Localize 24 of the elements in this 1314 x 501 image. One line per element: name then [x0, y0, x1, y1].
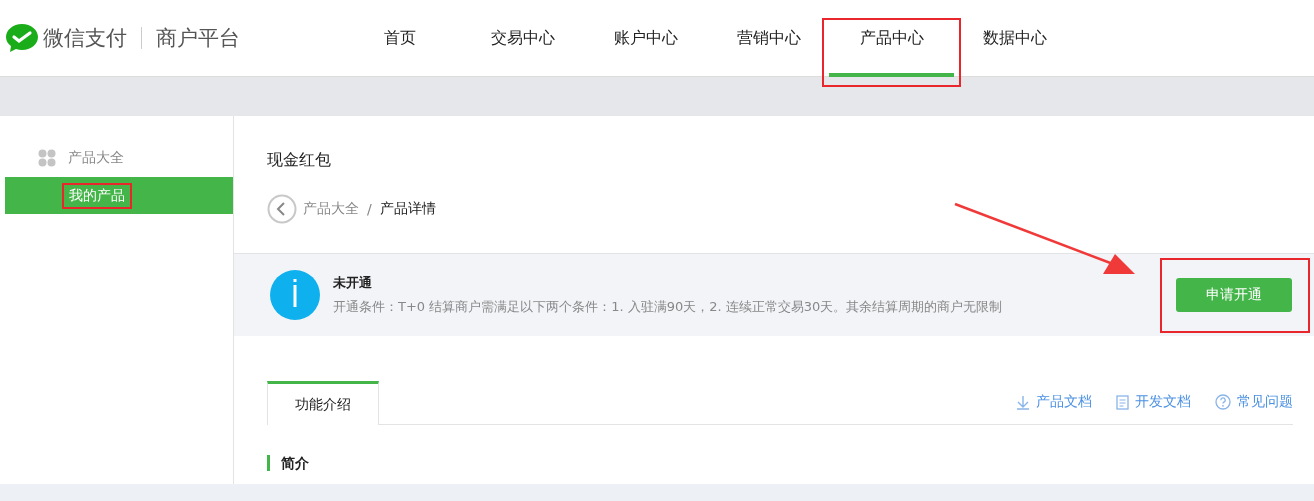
tab[interactable]: 功能介绍	[267, 381, 379, 425]
sidebar-group-label: 产品大全	[68, 148, 124, 167]
info-icon	[270, 270, 320, 320]
nav-tab[interactable]: 营销中心	[707, 0, 830, 77]
condition-text: 开通条件：T+0 结算商户需满足以下两个条件：1. 入驻满90天，2. 连续正常交易30天。其余结算周期的商户无限制	[333, 298, 1004, 316]
sidebar-item-label: 我的产品	[62, 182, 132, 209]
nav-tab[interactable]: 数据中心	[953, 0, 1076, 77]
nav-tab[interactable]: 交易中心	[461, 0, 584, 77]
download-icon	[1016, 394, 1030, 410]
section-heading: 简介	[267, 455, 1314, 471]
nav-tab[interactable]: 首页	[338, 0, 461, 77]
chat-bubble-check-icon	[5, 23, 39, 53]
help-icon	[1215, 394, 1231, 410]
breadcrumb-item[interactable]: 产品大全	[303, 200, 359, 218]
nav-tab[interactable]: 账户中心	[584, 0, 707, 77]
logo-text: 微信支付	[43, 25, 127, 52]
breadcrumb-item: 产品详情	[379, 200, 436, 218]
status-text: 未开通	[333, 274, 373, 292]
back-icon[interactable]	[267, 194, 297, 224]
grid-icon	[38, 148, 56, 167]
breadcrumb-separator: /	[367, 201, 372, 217]
platform-name: 商户平台	[156, 25, 240, 52]
page-title: 现金红包	[267, 150, 332, 171]
document-icon	[1116, 394, 1129, 410]
